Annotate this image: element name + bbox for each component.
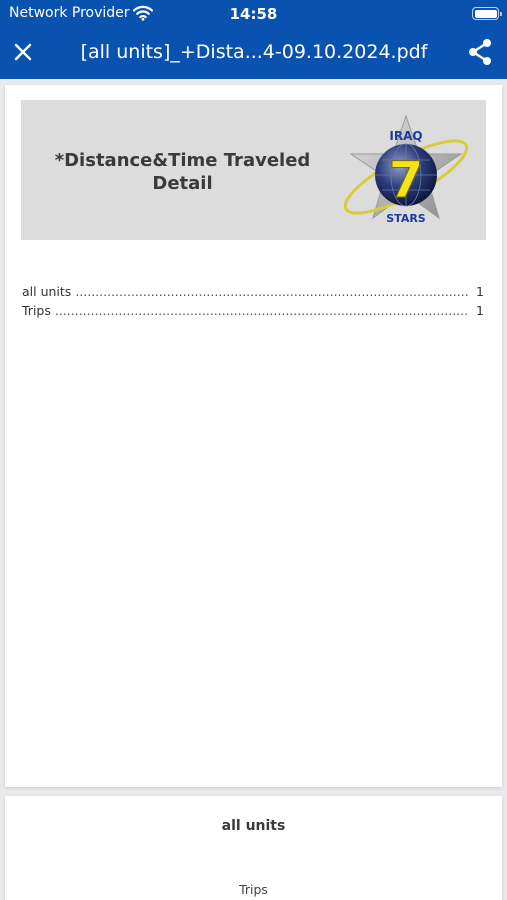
section-subtitle: Trips (239, 882, 268, 897)
nav-bar: [all units]_+Dista...4-09.10.2024.pdf (0, 28, 507, 79)
toc-label: all units (22, 284, 72, 299)
toc-leader: ........................................… (54, 303, 468, 318)
toc-page-number: 1 (476, 303, 484, 318)
document-title: [all units]_+Dista...4-09.10.2024.pdf (80, 41, 428, 63)
toc-leader: ........................................… (75, 284, 468, 299)
toc-label: Trips (22, 303, 51, 318)
report-banner: *Distance&Time Traveled Detail 7 IRAQ ST… (21, 100, 486, 240)
battery-icon (472, 7, 502, 20)
logo-numeral: 7 (389, 151, 424, 209)
logo-bottom-text: STARS (386, 212, 426, 225)
toc-row[interactable]: all units ..............................… (22, 284, 484, 303)
pdf-page-2[interactable]: all units Trips (5, 796, 502, 900)
table-of-contents: all units ..............................… (22, 284, 484, 322)
toc-page-number: 1 (476, 284, 484, 299)
pdf-page-1[interactable]: *Distance&Time Traveled Detail 7 IRAQ ST… (5, 85, 502, 787)
report-title: *Distance&Time Traveled Detail (54, 150, 311, 194)
status-time: 14:58 (229, 5, 278, 23)
section-title: all units (221, 818, 286, 834)
status-bar: Network Provider 14:58 (0, 0, 507, 28)
share-button[interactable] (465, 36, 495, 68)
iraq-7-stars-logo: 7 IRAQ STARS (343, 114, 469, 225)
top-bar: Network Provider 14:58 [all units]_+Dist… (0, 0, 507, 79)
toc-row[interactable]: Trips ..................................… (22, 303, 484, 322)
close-button[interactable] (8, 37, 38, 67)
logo-top-text: IRAQ (389, 129, 422, 143)
